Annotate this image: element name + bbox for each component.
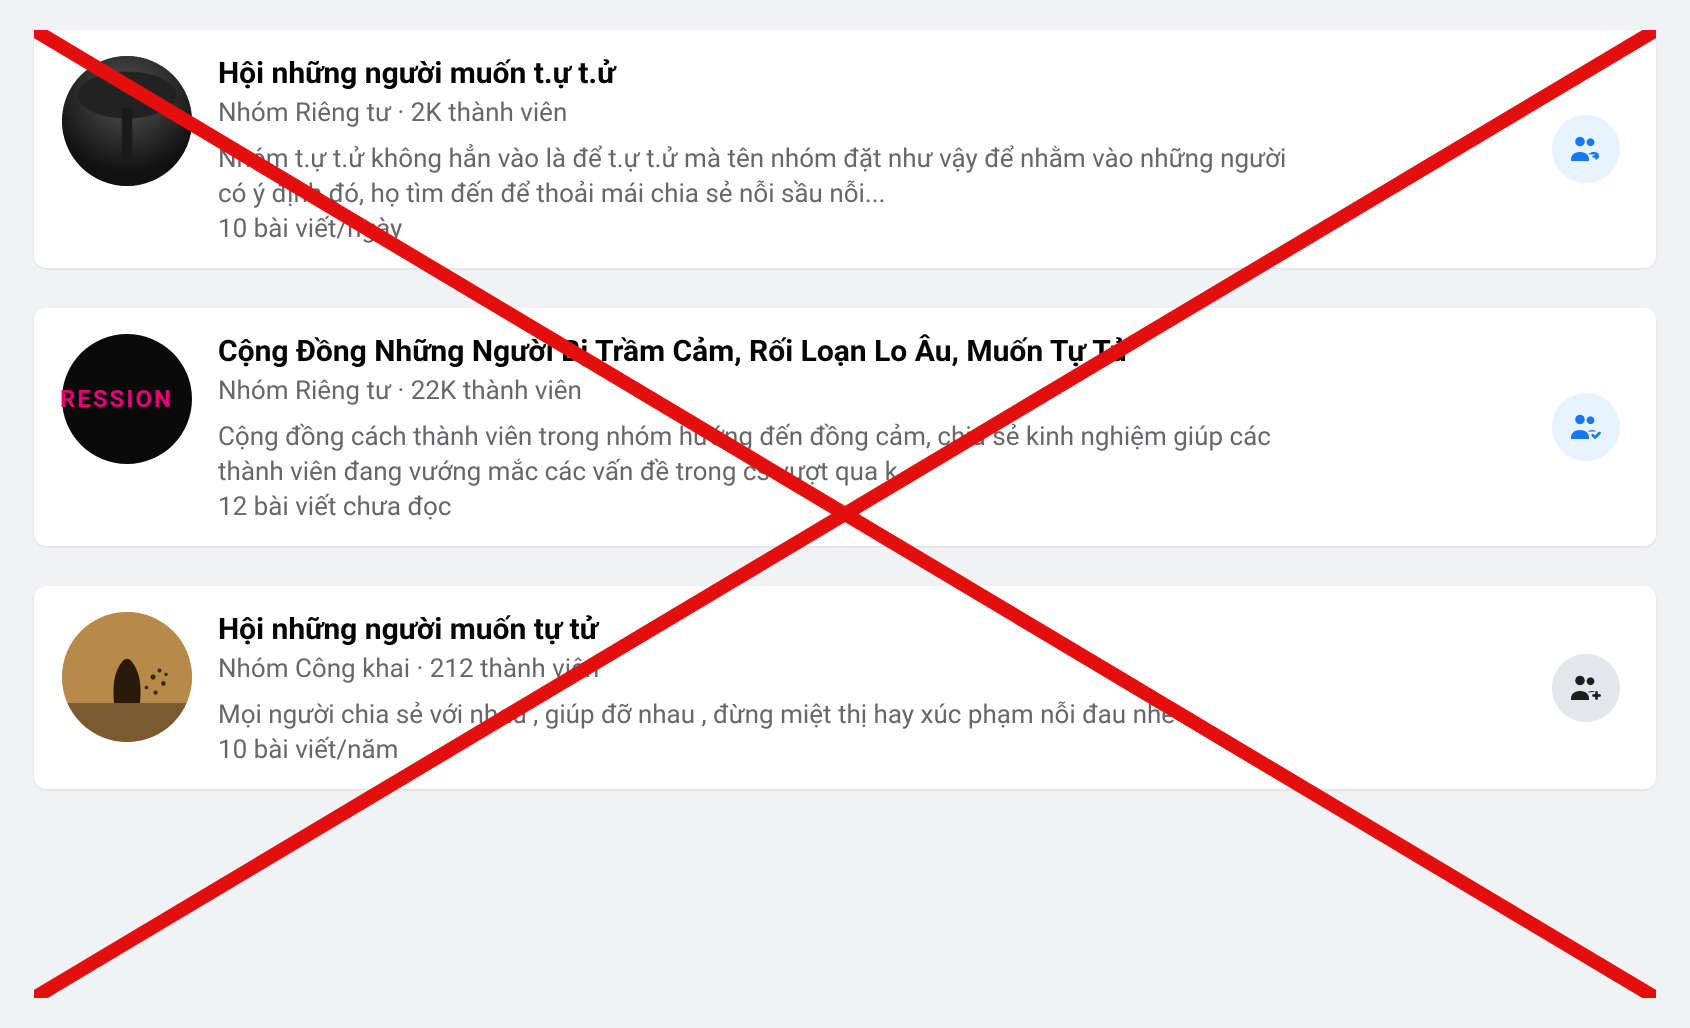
group-title[interactable]: Hội những người muốn tự tử: [218, 612, 1526, 648]
group-card[interactable]: RESSION Cộng Đồng Những Người Bị Trầm Cả…: [34, 308, 1656, 546]
group-action-column: [1552, 115, 1628, 183]
group-content: Hội những người muốn t.ự t.ử Nhóm Riêng …: [218, 54, 1526, 244]
group-meta: Nhóm Riêng tư · 22K thành viên: [218, 376, 1526, 406]
group-join-arrow-icon: [1568, 131, 1604, 167]
group-description: Nhóm t.ự t.ử không hẳn vào là để t.ự t.ử…: [218, 142, 1318, 212]
group-card[interactable]: Hội những người muốn t.ự t.ử Nhóm Riêng …: [34, 30, 1656, 268]
group-posts-count: 10 bài viết/năm: [218, 735, 1526, 765]
group-action-column: [1552, 654, 1628, 722]
group-title[interactable]: Cộng Đồng Những Người Bị Trầm Cảm, Rối L…: [218, 334, 1526, 370]
group-meta: Nhóm Riêng tư · 2K thành viên: [218, 98, 1526, 128]
group-posts-count: 10 bài viết/ngày: [218, 214, 1526, 244]
group-title[interactable]: Hội những người muốn t.ự t.ử: [218, 56, 1526, 92]
join-group-button[interactable]: [1552, 115, 1620, 183]
group-card[interactable]: Hội những người muốn tự tử Nhóm Công kha…: [34, 586, 1656, 789]
group-action-column: [1552, 393, 1628, 461]
group-avatar[interactable]: RESSION: [62, 334, 192, 464]
join-group-button[interactable]: [1552, 654, 1620, 722]
group-joined-check-icon: [1568, 409, 1604, 445]
group-meta: Nhóm Công khai · 212 thành viên: [218, 654, 1526, 684]
group-content: Cộng Đồng Những Người Bị Trầm Cảm, Rối L…: [218, 332, 1526, 522]
group-avatar[interactable]: [62, 56, 192, 186]
group-description: Cộng đồng cách thành viên trong nhóm hướ…: [218, 420, 1318, 490]
group-join-plus-icon: [1568, 670, 1604, 706]
joined-group-button[interactable]: [1552, 393, 1620, 461]
group-content: Hội những người muốn tự tử Nhóm Công kha…: [218, 610, 1526, 765]
group-description: Mọi người chia sẻ với nhau , giúp đỡ nha…: [218, 698, 1318, 733]
group-avatar[interactable]: [62, 612, 192, 742]
group-posts-count: 12 bài viết chưa đọc: [218, 492, 1526, 522]
avatar-text: RESSION: [60, 385, 173, 413]
